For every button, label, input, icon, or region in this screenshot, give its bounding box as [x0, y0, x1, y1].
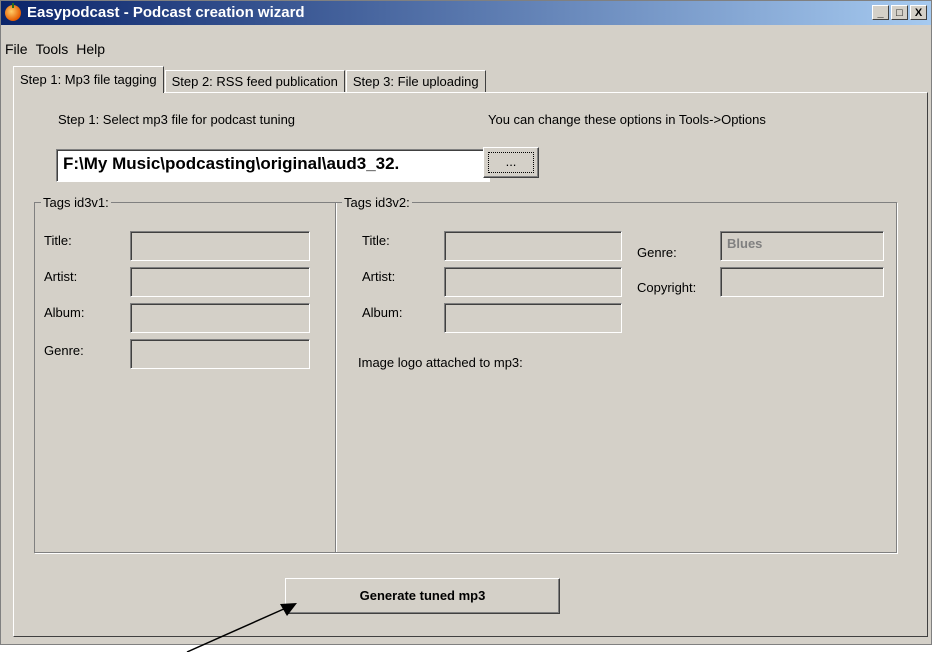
arrow-line	[186, 607, 287, 652]
tab-step1[interactable]: Step 1: Mp3 file tagging	[13, 66, 164, 93]
annotation-arrow	[186, 603, 297, 652]
